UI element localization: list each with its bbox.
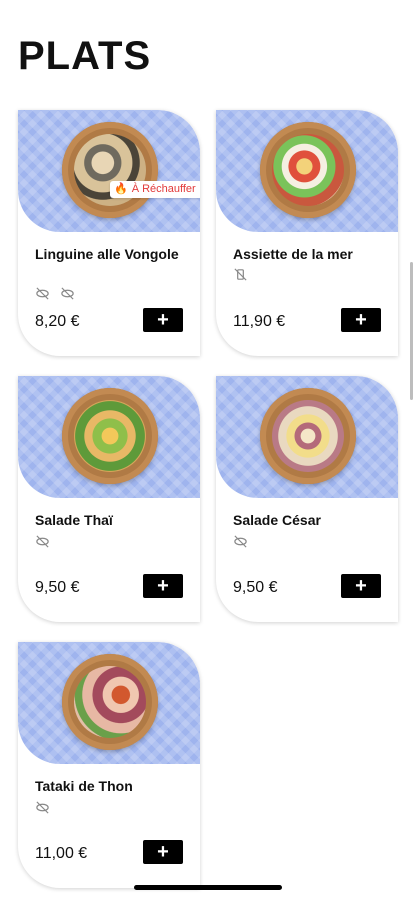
dish-image <box>18 642 200 764</box>
flame-icon: 🔥 <box>114 183 128 195</box>
no-lactose-icon <box>234 268 247 281</box>
dish-price: 11,00 € <box>35 845 88 862</box>
dish-bowl-image <box>260 388 356 484</box>
dietary-icons <box>35 534 185 550</box>
dish-card-salade-thai[interactable]: Salade Thaï 9,50 € + <box>18 376 200 622</box>
dish-price: 9,50 € <box>35 579 80 596</box>
no-gluten-icon <box>36 801 49 814</box>
add-to-cart-button[interactable]: + <box>341 308 381 332</box>
dish-card-salade-cesar[interactable]: Salade César 9,50 € + <box>216 376 398 622</box>
dish-name: Salade César <box>233 512 321 528</box>
dietary-icons <box>233 267 383 283</box>
dish-price: 11,90 € <box>233 313 286 330</box>
dietary-icons <box>35 286 185 302</box>
add-to-cart-button[interactable]: + <box>143 574 183 598</box>
plus-icon: + <box>355 575 367 597</box>
dish-card-linguine[interactable]: 🔥 À Réchauffer Linguine alle Vongole 8,20… <box>18 110 200 356</box>
dish-name: Linguine alle Vongole <box>35 246 179 262</box>
badge-label: À Réchauffer <box>131 183 196 195</box>
dish-image <box>216 110 398 232</box>
dish-name: Assiette de la mer <box>233 246 353 262</box>
dish-image <box>216 376 398 498</box>
dish-bowl-image <box>62 388 158 484</box>
add-to-cart-button[interactable]: + <box>341 574 381 598</box>
reheat-badge: 🔥 À Réchauffer <box>110 181 200 198</box>
dish-bowl-image <box>62 654 158 750</box>
plus-icon: + <box>157 575 169 597</box>
scrollbar[interactable] <box>410 262 413 400</box>
plus-icon: + <box>355 309 367 331</box>
dish-image: 🔥 À Réchauffer <box>18 110 200 232</box>
dish-bowl-image <box>260 122 356 218</box>
add-to-cart-button[interactable]: + <box>143 840 183 864</box>
dish-name: Salade Thaï <box>35 512 113 528</box>
dish-price: 9,50 € <box>233 579 278 596</box>
dietary-icons <box>35 800 185 816</box>
dish-image <box>18 376 200 498</box>
add-to-cart-button[interactable]: + <box>143 308 183 332</box>
no-gluten-icon <box>234 535 247 548</box>
home-indicator[interactable] <box>134 885 282 890</box>
dish-card-tataki-thon[interactable]: Tataki de Thon 11,00 € + <box>18 642 200 888</box>
page-title: PLATS <box>18 34 152 78</box>
dish-bowl-image <box>62 122 158 218</box>
plus-icon: + <box>157 841 169 863</box>
no-gluten-icon <box>36 287 49 300</box>
no-gluten-icon <box>61 287 74 300</box>
dish-name: Tataki de Thon <box>35 778 133 794</box>
plus-icon: + <box>157 309 169 331</box>
no-gluten-icon <box>36 535 49 548</box>
dish-price: 8,20 € <box>35 313 80 330</box>
dish-card-assiette-mer[interactable]: Assiette de la mer 11,90 € + <box>216 110 398 356</box>
dietary-icons <box>233 534 383 550</box>
